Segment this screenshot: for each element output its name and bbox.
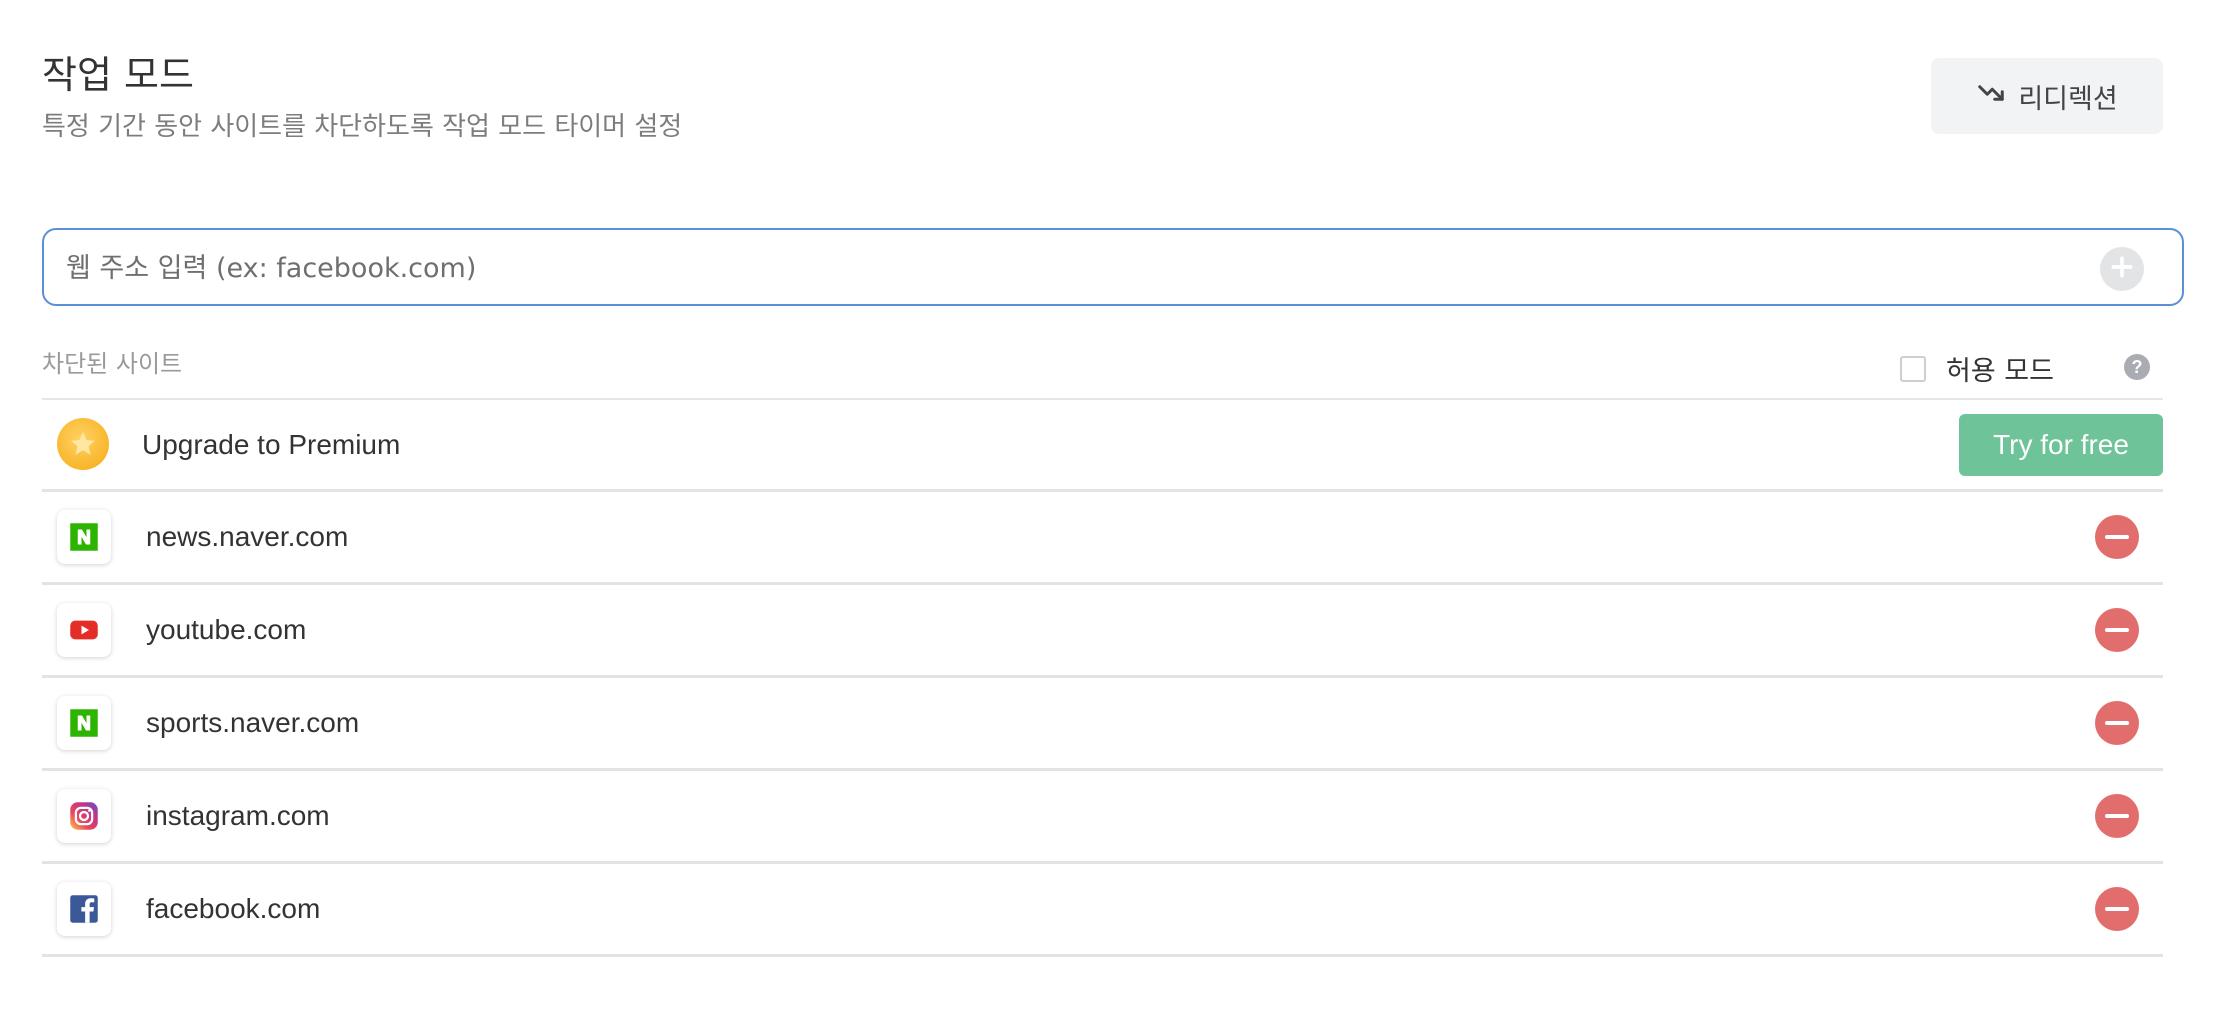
- site-name: sports.naver.com: [146, 707, 360, 738]
- list-item: instagram.com: [42, 771, 2163, 864]
- trending-arrow-icon: [1976, 78, 2006, 115]
- url-input-container: [42, 228, 2184, 306]
- remove-site-button[interactable]: [2095, 515, 2139, 559]
- premium-upsell-row: Upgrade to Premium Try for free: [42, 400, 2163, 492]
- naver-icon: [57, 696, 111, 750]
- add-site-button[interactable]: [2100, 247, 2144, 291]
- allow-mode-toggle: 허용 모드: [1900, 349, 2054, 388]
- minus-icon: [2105, 535, 2129, 539]
- list-item: youtube.com: [42, 585, 2163, 678]
- blocked-sites-list: Upgrade to Premium Try for free news.nav…: [42, 398, 2163, 957]
- naver-icon: [57, 510, 111, 564]
- premium-star-icon: [57, 418, 109, 470]
- youtube-icon: [57, 603, 111, 657]
- allow-mode-checkbox[interactable]: [1900, 355, 1926, 382]
- remove-site-button[interactable]: [2095, 887, 2139, 931]
- remove-site-button[interactable]: [2095, 608, 2139, 652]
- site-name: facebook.com: [146, 893, 321, 924]
- url-input[interactable]: [64, 230, 2088, 306]
- work-mode-page: 작업 모드 특정 기간 동안 사이트를 차단하도록 작업 모드 타이머 설정 리…: [0, 0, 2218, 1016]
- page-title: 작업 모드: [42, 53, 194, 97]
- facebook-icon: [57, 882, 111, 936]
- redirect-button[interactable]: 리디렉션: [1931, 58, 2163, 134]
- minus-icon: [2105, 721, 2129, 725]
- plus-icon: [2109, 254, 2135, 285]
- list-item: facebook.com: [42, 864, 2163, 957]
- help-icon[interactable]: ?: [2124, 354, 2150, 380]
- minus-icon: [2105, 628, 2129, 632]
- try-for-free-button[interactable]: Try for free: [1959, 414, 2163, 476]
- redirect-label: 리디렉션: [2018, 83, 2118, 115]
- premium-text: Upgrade to Premium: [142, 428, 401, 460]
- list-item: news.naver.com: [42, 492, 2163, 585]
- minus-icon: [2105, 907, 2129, 911]
- remove-site-button[interactable]: [2095, 794, 2139, 838]
- site-name: instagram.com: [146, 800, 330, 831]
- site-name: youtube.com: [146, 614, 307, 645]
- allow-mode-label: 허용 모드: [1946, 356, 2054, 387]
- page-subtitle: 특정 기간 동안 사이트를 차단하도록 작업 모드 타이머 설정: [42, 112, 683, 142]
- site-name: news.naver.com: [146, 521, 349, 552]
- blocked-sites-label: 차단된 사이트: [42, 350, 183, 378]
- minus-icon: [2105, 814, 2129, 818]
- remove-site-button[interactable]: [2095, 701, 2139, 745]
- list-item: sports.naver.com: [42, 678, 2163, 771]
- instagram-icon: [57, 789, 111, 843]
